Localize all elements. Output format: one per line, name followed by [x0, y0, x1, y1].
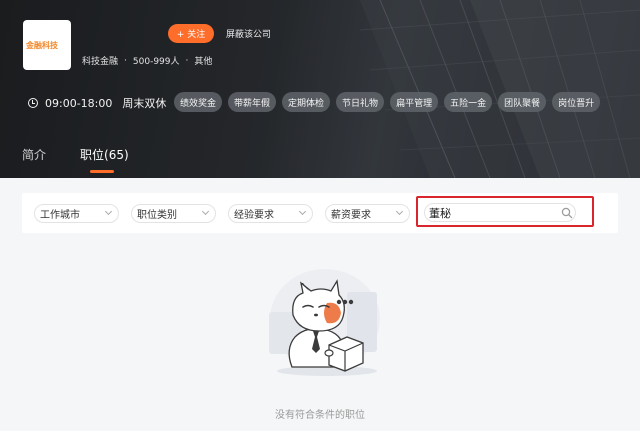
benefit-tag: 节日礼物	[336, 92, 385, 112]
benefit-tag: 岗位晋升	[552, 92, 601, 112]
tab-jobs[interactable]: 职位(65)	[80, 146, 129, 173]
city-filter-select[interactable]: 工作城市	[34, 204, 119, 223]
benefit-tag: 定期体检	[282, 92, 331, 112]
benefit-tag: 绩效奖金	[174, 92, 223, 112]
empty-state-illustration	[269, 269, 380, 376]
separator-dot: ·	[124, 55, 127, 66]
chevron-down-icon	[201, 207, 210, 216]
salary-filter-select[interactable]: 薪资要求	[325, 204, 410, 223]
benefit-tag: 五险一金	[444, 92, 493, 112]
work-time: 09:00-18:00	[45, 96, 113, 110]
tab-intro[interactable]: 简介	[22, 146, 46, 173]
job-search-input[interactable]	[429, 205, 554, 221]
work-hours: 09:00-18:00 周末双休	[28, 95, 166, 111]
benefit-tags: 绩效奖金 带薪年假 定期体检 节日礼物 扁平管理 五险一金 团队聚餐 岗位晋升	[174, 92, 601, 112]
weekend-info: 周末双休	[122, 97, 167, 110]
company-header: 金融科技 + 关注 屏蔽该公司 科技金融 · 500-999人 · 其他 09:…	[0, 0, 640, 178]
experience-filter-select[interactable]: 经验要求	[228, 204, 313, 223]
search-icon[interactable]	[561, 207, 573, 219]
company-other: 其他	[194, 57, 213, 67]
benefit-tag: 扁平管理	[390, 92, 439, 112]
city-filter-label: 工作城市	[40, 210, 80, 221]
chevron-down-icon	[395, 207, 404, 216]
company-size: 500-999人	[132, 57, 180, 67]
category-filter-select[interactable]: 职位类别	[131, 204, 216, 223]
chevron-down-icon	[104, 207, 113, 216]
salary-filter-label: 薪资要求	[331, 210, 371, 221]
job-search-field[interactable]	[424, 203, 576, 222]
empty-state-message: 没有符合条件的职位	[275, 410, 365, 421]
benefit-tag: 团队聚餐	[498, 92, 547, 112]
follow-button-label: + 关注	[176, 30, 206, 40]
clock-icon	[28, 98, 38, 108]
company-meta: 科技金融 · 500-999人 · 其他	[82, 54, 213, 68]
experience-filter-label: 经验要求	[234, 210, 274, 221]
logo-text: 金融科技	[26, 41, 58, 50]
benefit-tag: 带薪年假	[228, 92, 277, 112]
follow-button[interactable]: + 关注	[168, 24, 214, 43]
block-company-link[interactable]: 屏蔽该公司	[226, 27, 271, 40]
company-industry: 科技金融	[82, 57, 119, 67]
separator-dot: ·	[185, 55, 189, 66]
chevron-down-icon	[298, 207, 307, 216]
company-logo: 金融科技	[23, 20, 71, 70]
company-tabs: 简介 职位(65)	[22, 146, 129, 173]
category-filter-label: 职位类别	[137, 210, 177, 221]
